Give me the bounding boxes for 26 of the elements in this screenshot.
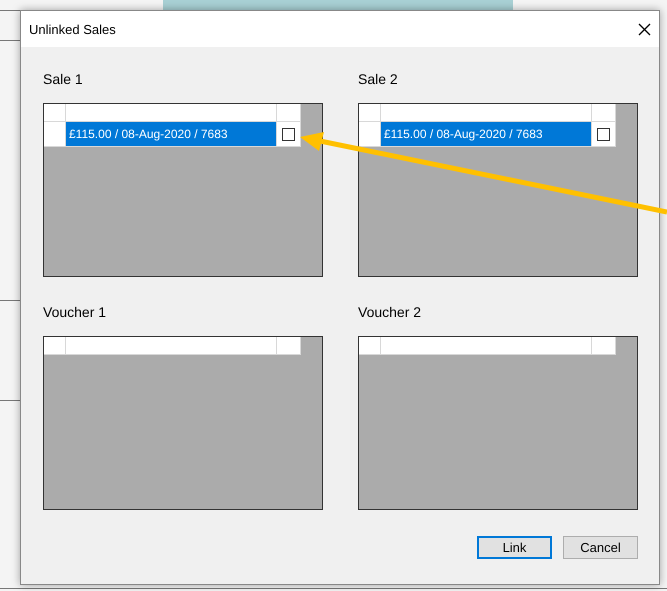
panel-label: Sale 1 (43, 71, 84, 87)
column-header[interactable] (66, 104, 277, 122)
dialog-button[interactable]: Cancel (563, 536, 638, 559)
column-header[interactable] (592, 337, 616, 355)
row-header[interactable] (359, 122, 381, 147)
column-header[interactable] (66, 337, 277, 355)
column-header[interactable] (592, 104, 616, 122)
close-icon[interactable] (638, 22, 651, 36)
column-header[interactable] (381, 104, 592, 122)
window-title: Unlinked Sales (29, 22, 116, 36)
sale-cell[interactable]: £115.00 / 08-Aug-2020 / 7683 (66, 122, 277, 147)
panel-label: Voucher 1 (43, 304, 108, 320)
corner-header (359, 104, 381, 122)
panel-label: Voucher 2 (358, 304, 422, 320)
checkbox[interactable] (597, 128, 610, 140)
sale-cell[interactable]: £115.00 / 08-Aug-2020 / 7683 (381, 122, 592, 147)
column-header[interactable] (277, 337, 301, 355)
corner-header (44, 104, 66, 122)
default-button[interactable]: Link (477, 536, 552, 559)
column-header[interactable] (381, 337, 592, 355)
panel-label: Sale 2 (358, 71, 399, 87)
corner-header (44, 337, 66, 355)
row-header[interactable] (44, 122, 66, 147)
checkbox[interactable] (282, 128, 295, 140)
column-header[interactable] (277, 104, 301, 122)
corner-header (359, 337, 381, 355)
